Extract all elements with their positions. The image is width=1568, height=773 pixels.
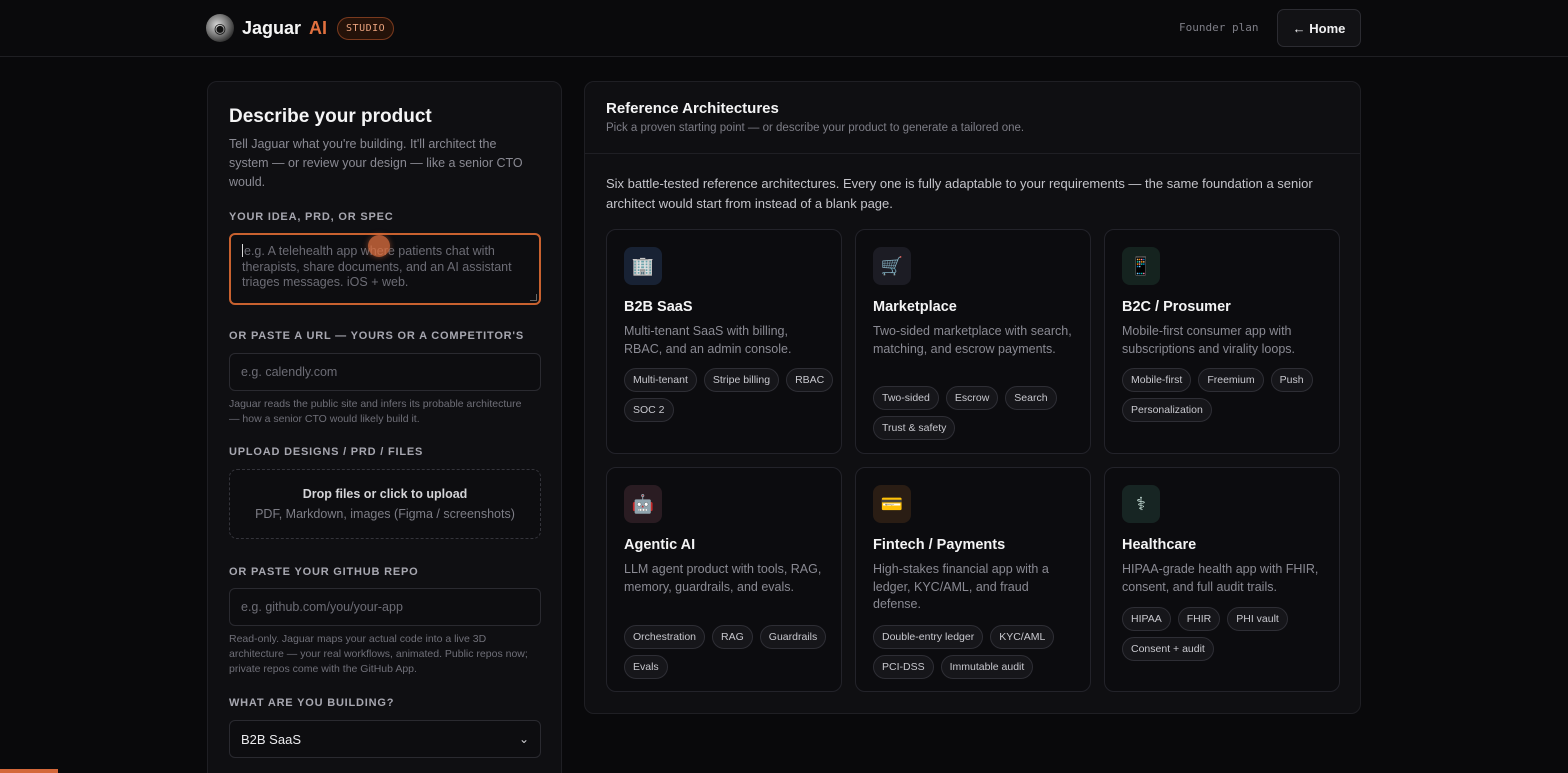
dropzone-title: Drop files or click to upload bbox=[302, 487, 468, 501]
url-placeholder: e.g. calendly.com bbox=[241, 365, 338, 379]
reference-architectures-panel: Reference Architectures Pick a proven st… bbox=[584, 81, 1361, 714]
shopping-cart-icon: 🛒 bbox=[873, 247, 911, 285]
card-marketplace[interactable]: 🛒 Marketplace Two-sided marketplace with… bbox=[855, 229, 1091, 454]
building-select-value: B2B SaaS bbox=[241, 731, 301, 747]
card-description: High-stakes financial app with a ledger,… bbox=[873, 562, 1049, 611]
card-tags: Multi-tenant Stripe billing RBAC SOC 2 bbox=[624, 368, 834, 422]
building-label: WHAT ARE YOU BUILDING? bbox=[229, 697, 395, 709]
card-title: B2B SaaS bbox=[624, 299, 693, 315]
tag: Trust & safety bbox=[873, 416, 956, 440]
url-label: OR PASTE A URL — YOURS OR A COMPETITOR'S bbox=[229, 330, 524, 342]
tag: Double-entry ledger bbox=[873, 625, 984, 649]
card-tags: Two-sided Escrow Search Trust & safety bbox=[873, 386, 1083, 440]
credit-card-icon: 💳 bbox=[873, 485, 911, 523]
medical-caduceus-icon: ⚕ bbox=[1122, 485, 1160, 523]
repo-label: OR PASTE YOUR GITHUB REPO bbox=[229, 566, 419, 578]
progress-accent bbox=[0, 769, 58, 773]
jaguar-logo-icon: ◉ bbox=[206, 14, 234, 42]
card-description: LLM agent product with tools, RAG, memor… bbox=[624, 562, 822, 594]
tag: Guardrails bbox=[759, 625, 827, 649]
tag: KYC/AML bbox=[990, 625, 1055, 649]
panel-title: Describe your product bbox=[229, 106, 432, 127]
tag: Escrow bbox=[945, 386, 999, 410]
card-description: HIPAA-grade health app with FHIR, consen… bbox=[1122, 562, 1319, 594]
card-b2c-prosumer[interactable]: 📱 B2C / Prosumer Mobile-first consumer a… bbox=[1104, 229, 1340, 454]
tag: Immutable audit bbox=[940, 655, 1034, 679]
card-tags: Mobile-first Freemium Push Personalizati… bbox=[1122, 368, 1332, 422]
tag: HIPAA bbox=[1122, 607, 1171, 631]
card-healthcare[interactable]: ⚕ Healthcare HIPAA-grade health app with… bbox=[1104, 467, 1340, 692]
plan-label: Founder plan bbox=[1179, 21, 1259, 34]
panel-header: Reference Architectures Pick a proven st… bbox=[585, 82, 1360, 154]
url-input[interactable]: e.g. calendly.com bbox=[229, 353, 541, 391]
reference-description: Six battle-tested reference architecture… bbox=[606, 176, 1313, 211]
mobile-phone-icon: 📱 bbox=[1122, 247, 1160, 285]
panel-lead: Tell Jaguar what you're building. It'll … bbox=[229, 137, 523, 189]
brand-name: Jaguar bbox=[242, 17, 302, 38]
url-help-text: Jaguar reads the public site and infers … bbox=[229, 398, 522, 425]
card-title: Marketplace bbox=[873, 299, 957, 315]
tag: Evals bbox=[624, 655, 668, 679]
brand-ai: AI bbox=[309, 17, 328, 38]
card-tags: Orchestration RAG Guardrails Evals bbox=[624, 625, 834, 679]
upload-label: UPLOAD DESIGNS / PRD / FILES bbox=[229, 446, 424, 458]
card-tags: Double-entry ledger KYC/AML PCI-DSS Immu… bbox=[873, 625, 1083, 679]
resize-handle-icon[interactable] bbox=[530, 294, 537, 301]
top-bar: ◉ Jaguar AI STUDIO Founder plan ← Home bbox=[0, 0, 1568, 57]
tag: Consent + audit bbox=[1122, 637, 1214, 661]
repo-input[interactable]: e.g. github.com/you/your-app bbox=[229, 588, 541, 626]
card-description: Two-sided marketplace with search, match… bbox=[873, 324, 1072, 356]
tag: Personalization bbox=[1122, 398, 1212, 422]
tag: Mobile-first bbox=[1122, 368, 1192, 392]
text-caret bbox=[242, 244, 243, 257]
repo-placeholder: e.g. github.com/you/your-app bbox=[241, 600, 403, 614]
card-title: Fintech / Payments bbox=[873, 537, 1006, 553]
tag: PHI vault bbox=[1227, 607, 1288, 631]
card-tags: HIPAA FHIR PHI vault Consent + audit bbox=[1122, 607, 1332, 661]
tag: Orchestration bbox=[624, 625, 706, 649]
card-fintech-payments[interactable]: 💳 Fintech / Payments High-stakes financi… bbox=[855, 467, 1091, 692]
card-description: Multi-tenant SaaS with billing, RBAC, an… bbox=[624, 324, 792, 356]
studio-badge: STUDIO bbox=[337, 16, 395, 40]
tag: Freemium bbox=[1198, 368, 1264, 392]
tag: Search bbox=[1005, 386, 1057, 410]
tag: Multi-tenant bbox=[624, 368, 697, 392]
card-title: Agentic AI bbox=[624, 537, 696, 553]
reference-subtitle: Pick a proven starting point — or descri… bbox=[606, 122, 1025, 134]
logo[interactable]: ◉ Jaguar AI STUDIO bbox=[206, 14, 395, 42]
dropzone-subtitle: PDF, Markdown, images (Figma / screensho… bbox=[255, 507, 515, 521]
tag: RAG bbox=[712, 625, 753, 649]
robot-icon: 🤖 bbox=[624, 485, 662, 523]
building-select[interactable]: B2B SaaS ⌄ bbox=[229, 720, 541, 758]
card-description: Mobile-first consumer app with subscript… bbox=[1122, 324, 1295, 356]
pointer-cursor-icon bbox=[368, 235, 390, 257]
card-b2b-saas[interactable]: 🏢 B2B SaaS Multi-tenant SaaS with billin… bbox=[606, 229, 842, 454]
tag: FHIR bbox=[1177, 607, 1221, 631]
chevron-down-icon: ⌄ bbox=[518, 732, 529, 746]
card-title: B2C / Prosumer bbox=[1122, 299, 1231, 315]
tag: RBAC bbox=[786, 368, 834, 392]
card-title: Healthcare bbox=[1122, 537, 1197, 553]
idea-label: YOUR IDEA, PRD, OR SPEC bbox=[229, 211, 394, 223]
file-dropzone[interactable]: Drop files or click to upload PDF, Markd… bbox=[229, 469, 541, 539]
describe-product-panel: Describe your product Tell Jaguar what y… bbox=[207, 81, 562, 773]
card-agentic-ai[interactable]: 🤖 Agentic AI LLM agent product with tool… bbox=[606, 467, 842, 692]
tag: SOC 2 bbox=[624, 398, 674, 422]
tag: Push bbox=[1270, 368, 1313, 392]
home-button[interactable]: ← Home bbox=[1277, 9, 1361, 47]
tag: PCI-DSS bbox=[873, 655, 934, 679]
repo-help-text: Read-only. Jaguar maps your actual code … bbox=[229, 633, 528, 675]
building-icon: 🏢 bbox=[624, 247, 662, 285]
tag: Two-sided bbox=[873, 386, 939, 410]
tag: Stripe billing bbox=[703, 368, 780, 392]
reference-title: Reference Architectures bbox=[606, 100, 779, 117]
